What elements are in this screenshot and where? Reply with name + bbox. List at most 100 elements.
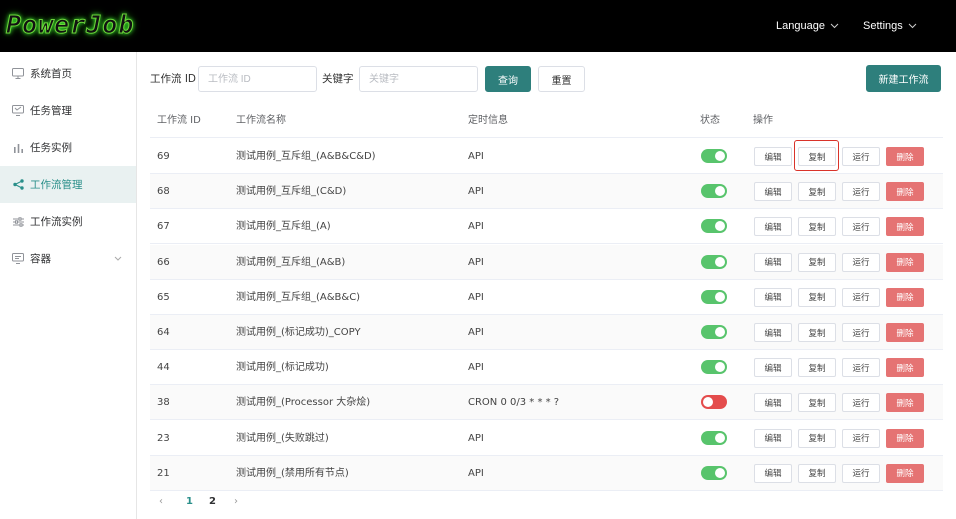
column-header-schedule: 定时信息 — [468, 115, 508, 126]
sidebar-item-label: 工作流管理 — [30, 179, 83, 191]
sidebar-item-containers[interactable]: 容器 — [0, 240, 136, 277]
run-button[interactable]: 运行 — [842, 463, 880, 483]
status-toggle[interactable] — [701, 289, 727, 304]
chevron-down-icon — [908, 21, 917, 31]
copy-button[interactable]: 复制 — [798, 463, 836, 483]
keyword-label: 关键字 — [322, 73, 354, 85]
settings-label: Settings — [863, 20, 903, 32]
monitor-icon — [12, 68, 24, 80]
sidebar-item-task-instances[interactable]: 任务实例 — [0, 129, 136, 166]
status-toggle[interactable] — [701, 254, 727, 269]
workflow-id-cell: 65 — [157, 291, 170, 303]
delete-button[interactable]: 删除 — [886, 182, 924, 202]
delete-button[interactable]: 删除 — [886, 252, 924, 272]
pagination-page-2[interactable]: 2 — [209, 492, 216, 512]
workflow-id-cell: 38 — [157, 397, 170, 409]
workflow-name-cell: 测试用例_(标记成功) — [236, 362, 329, 374]
delete-button[interactable]: 删除 — [886, 217, 924, 237]
workflow-name-cell: 测试用例_(失败跳过) — [236, 432, 329, 444]
column-header-id: 工作流 ID — [157, 115, 201, 126]
schedule-cell: API — [468, 256, 484, 268]
edit-button[interactable]: 编辑 — [754, 393, 792, 413]
schedule-cell: API — [468, 291, 484, 303]
workflow-id-cell: 66 — [157, 256, 170, 268]
run-button[interactable]: 运行 — [842, 252, 880, 272]
status-toggle[interactable] — [701, 360, 727, 375]
status-toggle[interactable] — [701, 149, 727, 163]
table-row: 66 测试用例_互斥组_(A&B) API 编辑 复制 运行 删除 — [150, 244, 943, 280]
delete-button[interactable]: 删除 — [886, 287, 924, 307]
language-menu[interactable]: Language — [776, 0, 839, 52]
status-toggle[interactable] — [701, 430, 727, 445]
edit-button[interactable]: 编辑 — [754, 358, 792, 378]
settings-menu[interactable]: Settings — [863, 0, 917, 52]
run-button[interactable]: 运行 — [842, 358, 880, 378]
toggle-knob — [715, 362, 725, 373]
reset-button[interactable]: 重置 — [538, 66, 585, 92]
workflow-name-cell: 测试用例_(Processor 大杂烩) — [236, 397, 371, 409]
status-toggle[interactable] — [701, 395, 727, 410]
run-button[interactable]: 运行 — [842, 287, 880, 307]
copy-button[interactable]: 复制 — [798, 287, 836, 307]
copy-button[interactable]: 复制 — [798, 323, 836, 342]
query-button[interactable]: 查询 — [485, 66, 531, 92]
pagination-prev[interactable]: ‹ — [159, 492, 163, 512]
status-toggle[interactable] — [701, 219, 727, 234]
sidebar-item-label: 工作流实例 — [30, 216, 83, 228]
status-toggle[interactable] — [701, 465, 727, 480]
sidebar-item-workflow-instances[interactable]: 工作流实例 — [0, 203, 136, 240]
run-button[interactable]: 运行 — [842, 147, 880, 166]
copy-button[interactable]: 复制 — [798, 428, 836, 448]
pagination-page-1[interactable]: 1 — [186, 492, 193, 512]
toggle-knob — [715, 151, 725, 161]
powerjob-logo[interactable]: PowerJob — [5, 8, 134, 42]
pagination-next[interactable]: › — [234, 492, 238, 512]
table-header: 工作流 ID 工作流名称 定时信息 状态 操作 — [150, 104, 943, 138]
edit-button[interactable]: 编辑 — [754, 182, 792, 202]
run-button[interactable]: 运行 — [842, 323, 880, 342]
edit-button[interactable]: 编辑 — [754, 252, 792, 272]
delete-button[interactable]: 删除 — [886, 393, 924, 413]
workflow-name-cell: 测试用例_互斥组_(A&B&C) — [236, 291, 361, 303]
sidebar-item-workflows[interactable]: 工作流管理 — [0, 166, 136, 203]
edit-button[interactable]: 编辑 — [754, 323, 792, 342]
chevron-down-icon — [830, 21, 839, 31]
delete-button[interactable]: 删除 — [886, 358, 924, 378]
edit-button[interactable]: 编辑 — [754, 147, 792, 166]
workflow-name-cell: 测试用例_互斥组_(A&B&C&D) — [236, 151, 376, 162]
sliders-icon — [12, 216, 24, 228]
workflow-id-label: 工作流 ID — [150, 73, 197, 85]
edit-button[interactable]: 编辑 — [754, 217, 792, 237]
copy-button[interactable]: 复制 — [798, 182, 836, 202]
sidebar-item-home[interactable]: 系统首页 — [0, 55, 136, 92]
workflow-id-cell: 23 — [157, 432, 170, 444]
run-button[interactable]: 运行 — [842, 428, 880, 448]
workflow-id-cell: 21 — [157, 467, 170, 479]
sidebar-item-tasks[interactable]: 任务管理 — [0, 92, 136, 129]
run-button[interactable]: 运行 — [842, 182, 880, 202]
delete-button[interactable]: 删除 — [886, 323, 924, 342]
workflow-name-cell: 测试用例_互斥组_(A&B) — [236, 256, 346, 268]
keyword-input[interactable] — [359, 66, 478, 92]
edit-button[interactable]: 编辑 — [754, 428, 792, 448]
run-button[interactable]: 运行 — [842, 217, 880, 237]
new-workflow-button[interactable]: 新建工作流 — [866, 65, 941, 92]
copy-button[interactable]: 复制 — [798, 217, 836, 237]
table-row: 23 测试用例_(失败跳过) API 编辑 复制 运行 删除 — [150, 421, 943, 456]
delete-button[interactable]: 删除 — [886, 428, 924, 448]
status-toggle[interactable] — [701, 184, 727, 199]
toggle-knob — [715, 221, 725, 232]
edit-button[interactable]: 编辑 — [754, 287, 792, 307]
schedule-cell: CRON 0 0/3 * * * ? — [468, 397, 560, 409]
copy-button[interactable]: 复制 — [798, 252, 836, 272]
copy-button[interactable]: 复制 — [798, 358, 836, 378]
status-toggle[interactable] — [701, 325, 727, 339]
delete-button[interactable]: 删除 — [886, 463, 924, 483]
edit-button[interactable]: 编辑 — [754, 463, 792, 483]
run-button[interactable]: 运行 — [842, 393, 880, 413]
toggle-knob — [715, 327, 725, 337]
workflow-id-input[interactable] — [198, 66, 317, 92]
workflow-id-cell: 69 — [157, 151, 170, 162]
copy-button[interactable]: 复制 — [798, 393, 836, 413]
delete-button[interactable]: 删除 — [886, 147, 924, 166]
